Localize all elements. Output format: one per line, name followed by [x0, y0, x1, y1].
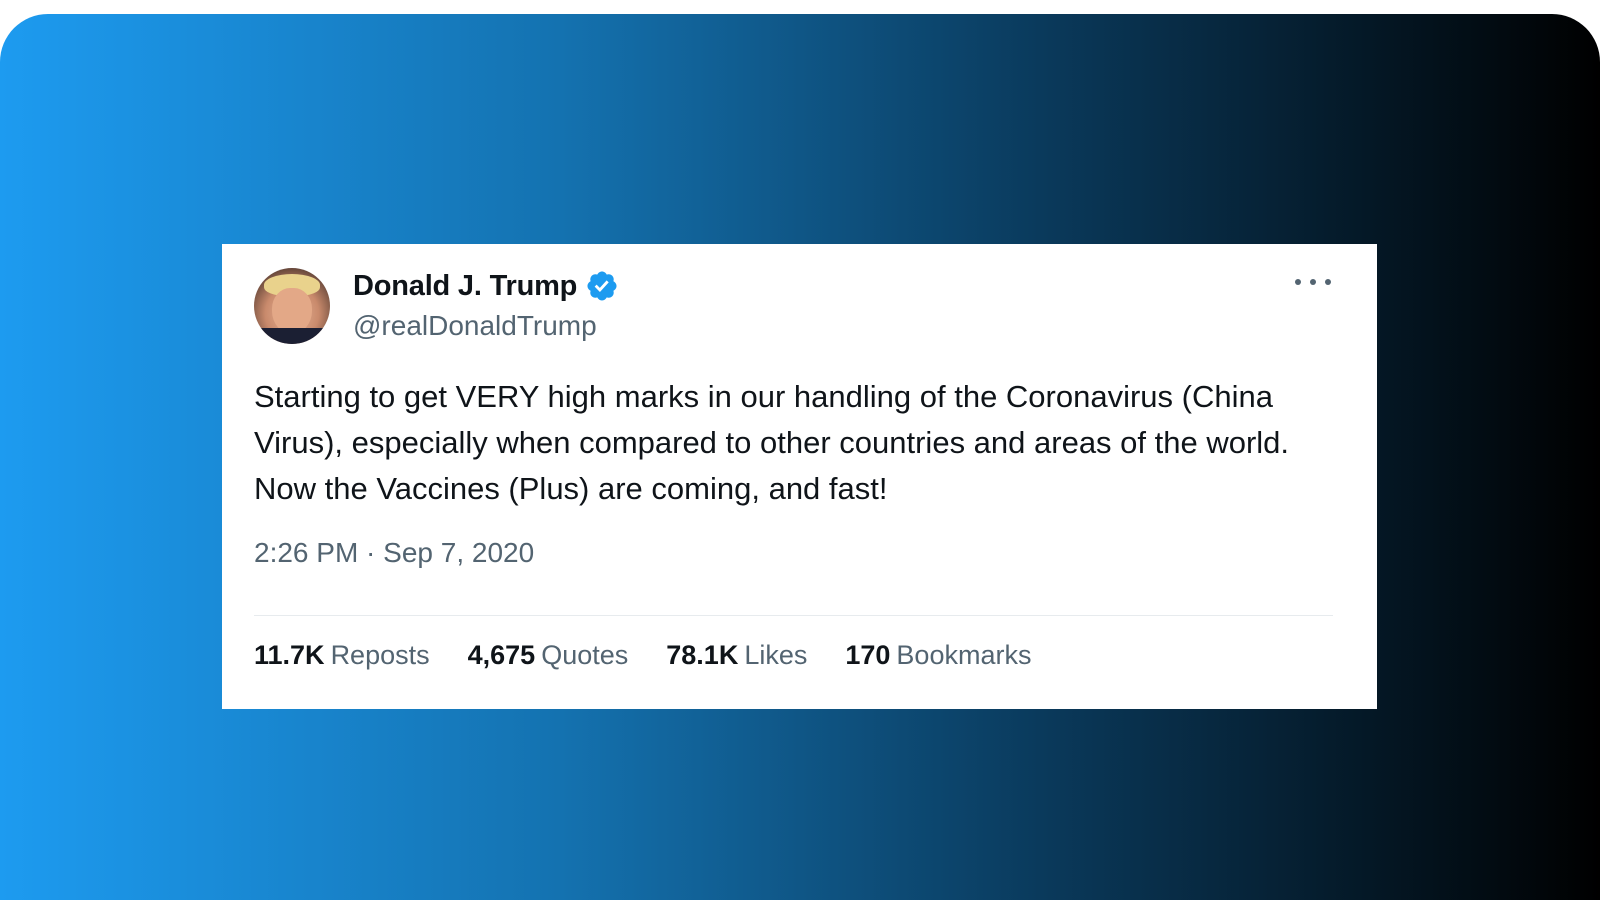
stat-label: Likes [744, 640, 808, 670]
stat-quotes[interactable]: 4,675 Quotes [468, 640, 629, 671]
stat-count: 78.1K [666, 640, 739, 670]
divider [254, 615, 1333, 616]
stat-count: 4,675 [467, 640, 536, 670]
engagement-stats: 11.7K Reposts 4,675 Quotes 78.1K Likes 170 B… [254, 640, 1031, 671]
stat-count: 11.7K [254, 640, 325, 670]
avatar-suit [254, 328, 330, 344]
more-options-icon[interactable] [1295, 272, 1331, 292]
more-dot [1325, 279, 1331, 285]
author-name[interactable]: Donald J. Trump [353, 270, 577, 303]
background-frame: Donald J. Trump @realDonaldTrump Startin… [0, 14, 1600, 900]
more-dot [1310, 279, 1316, 285]
stat-bookmarks[interactable]: 170 Bookmarks [845, 640, 1031, 671]
more-dot [1295, 279, 1301, 285]
stat-label: Bookmarks [896, 640, 1032, 670]
verified-badge-icon [587, 271, 617, 301]
stat-label: Reposts [330, 640, 430, 670]
author-handle[interactable]: @realDonaldTrump [353, 310, 597, 342]
tweet-text: Starting to get VERY high marks in our h… [254, 379, 1290, 506]
stat-count: 170 [845, 640, 891, 670]
tweet-card: Donald J. Trump @realDonaldTrump Startin… [222, 244, 1377, 709]
author-name-row: Donald J. Trump [353, 269, 619, 303]
stat-reposts[interactable]: 11.7K Reposts [254, 640, 430, 671]
stat-likes[interactable]: 78.1K Likes [666, 640, 807, 671]
stat-label: Quotes [541, 640, 629, 670]
tweet-timestamp[interactable]: 2:26 PM · Sep 7, 2020 [254, 537, 534, 569]
avatar[interactable] [254, 268, 330, 344]
